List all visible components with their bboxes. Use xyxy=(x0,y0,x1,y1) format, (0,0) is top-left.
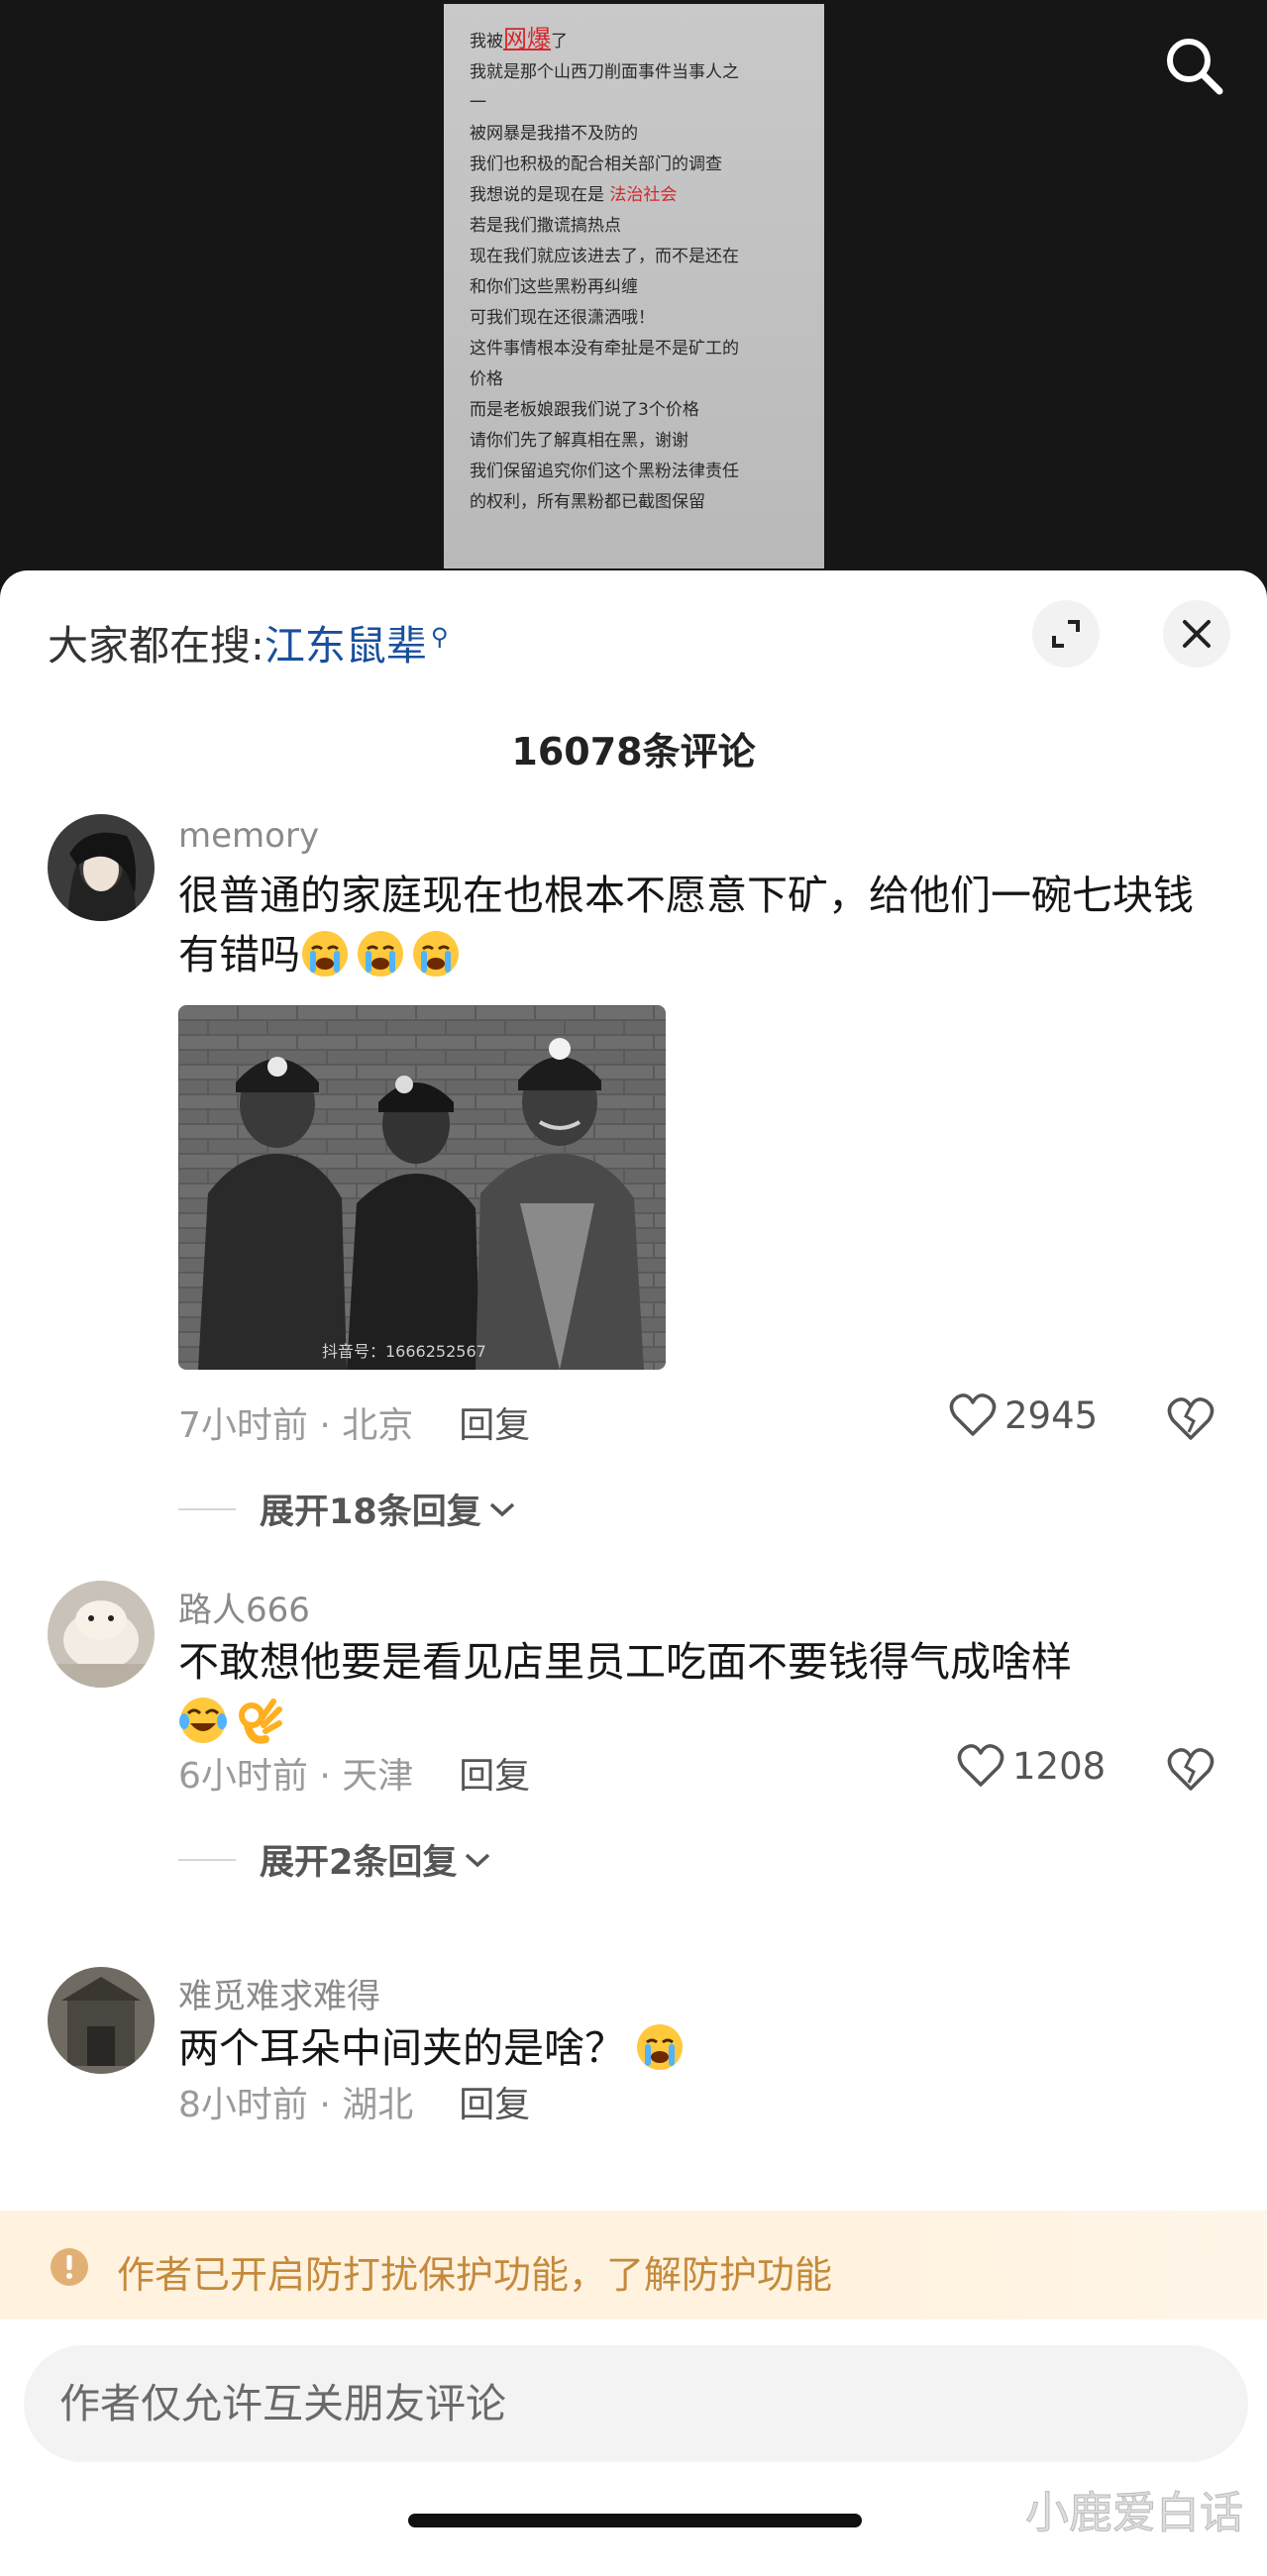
ok-hand-emoji-icon xyxy=(239,1699,282,1744)
note-line: 我就是那个山西刀削面事件当事人之 xyxy=(470,57,798,88)
divider-line xyxy=(178,1507,236,1510)
comment-username[interactable]: 路人666 xyxy=(178,1583,310,1631)
note-line: 可我们现在还很潇洒哦！ xyxy=(470,303,798,334)
like-button[interactable]: 1208 xyxy=(957,1743,1106,1789)
search-suggestion-prefix: 大家都在搜: xyxy=(48,622,264,670)
note-line-text: 我被 xyxy=(470,32,503,52)
video-area[interactable]: 我被网爆了我就是那个山西刀削面事件当事人之一被网暴是我措不及防的我们也积极的配合… xyxy=(0,0,1267,594)
expand-icon xyxy=(1052,620,1080,648)
note-line-text: 一 xyxy=(470,93,486,113)
comment-meta: 8小时前 · 湖北 回复 xyxy=(178,2076,530,2127)
reply-button[interactable]: 回复 xyxy=(459,1405,530,1446)
reply-button[interactable]: 回复 xyxy=(459,2085,530,2125)
note-line-text: 现在我们就应该进去了，而不是还在 xyxy=(470,247,739,266)
note-line-text: 价格 xyxy=(470,369,503,389)
comment-time-location: 8小时前 · 湖北 xyxy=(178,2085,414,2125)
comment-username[interactable]: memory xyxy=(178,816,319,856)
comment-text: 很普通的家庭现在也根本不愿意下矿，给他们一碗七块钱有错吗 xyxy=(178,866,1218,984)
expand-replies[interactable]: 展开18条回复 xyxy=(178,1484,517,1534)
note-line: 而是老板娘跟我们说了3个价格 xyxy=(470,395,798,426)
broken-heart-icon[interactable] xyxy=(1167,1396,1214,1442)
note-line: 我们也积极的配合相关部门的调查 xyxy=(470,150,798,180)
comment-count: 16078条评论 xyxy=(511,730,756,773)
note-line: 一 xyxy=(470,88,798,119)
close-icon xyxy=(1183,620,1211,648)
close-button[interactable] xyxy=(1163,600,1230,668)
comment-text-content: 不敢想他要是看见店里员工吃面不要钱得气成啥样 xyxy=(178,1638,1072,1686)
comment-sheet: 大家都在搜:江东鼠辈 ⚲ 16078条评论 memory 很普通的家庭现在也根本不… xyxy=(0,570,1267,2576)
expand-replies-label: 展开2条回复 xyxy=(260,1843,458,1883)
home-indicator xyxy=(408,2514,862,2527)
note-line: 的权利，所有黑粉都已截图保留 xyxy=(470,487,798,518)
divider-line xyxy=(178,1858,236,1861)
expand-replies-label: 展开18条回复 xyxy=(260,1493,481,1532)
comment-text: 不敢想他要是看见店里员工吃面不要钱得气成啥样 xyxy=(178,1632,1218,1751)
comment-meta: 7小时前 · 北京 回复 xyxy=(178,1396,530,1448)
note-line-text: 我想说的是现在是 xyxy=(470,185,610,205)
avatar[interactable] xyxy=(48,1967,155,2074)
expand-replies[interactable]: 展开2条回复 xyxy=(178,1834,492,1885)
comment-meta: 6小时前 · 天津 回复 xyxy=(178,1747,530,1799)
note-line: 我想说的是现在是 法治社会 xyxy=(470,180,798,211)
chevron-down-icon xyxy=(466,1853,490,1867)
search-suggestion-keyword[interactable]: 江东鼠辈 xyxy=(264,622,427,670)
comment-time-location: 6小时前 · 天津 xyxy=(178,1756,414,1797)
image-watermark: 抖音号：1666252567 xyxy=(322,1342,486,1361)
crying-emoji-icon xyxy=(358,931,403,977)
site-watermark: 小鹿爱白话 xyxy=(1025,2488,1244,2539)
note-line-text: 请你们先了解真相在黑，谢谢 xyxy=(470,431,688,451)
note-line-text: 而是老板娘跟我们说了3个价格 xyxy=(470,400,699,420)
crying-emoji-icon xyxy=(637,2024,683,2070)
heart-icon xyxy=(957,1744,1004,1787)
note-line-text: 可我们现在还很潇洒哦！ xyxy=(470,308,655,328)
protection-banner-text: 作者已开启防打扰保护功能，了解防护功能 xyxy=(117,2253,833,2297)
comment-text-content: 两个耳朵中间夹的是啥？ xyxy=(178,2024,625,2072)
crying-emoji-icon xyxy=(302,931,348,977)
expand-button[interactable] xyxy=(1032,600,1100,668)
note-line: 请你们先了解真相在黑，谢谢 xyxy=(470,426,798,457)
protection-banner[interactable]: 作者已开启防打扰保护功能，了解防护功能 xyxy=(0,2211,1267,2319)
search-small-icon: ⚲ xyxy=(430,623,449,652)
note-line: 现在我们就应该进去了，而不是还在 xyxy=(470,242,798,272)
note-line: 价格 xyxy=(470,364,798,395)
comment-text: 两个耳朵中间夹的是啥？ xyxy=(178,2018,1218,2078)
like-count: 2945 xyxy=(1004,1393,1099,1437)
note-line-text: 我们也积极的配合相关部门的调查 xyxy=(470,155,722,174)
crying-emoji-icon xyxy=(413,931,459,977)
note-line: 和你们这些黑粉再纠缠 xyxy=(470,272,798,303)
note-line-text: 这件事情根本没有牵扯是不是矿工的 xyxy=(470,339,739,359)
note-line-text: 了 xyxy=(551,32,568,52)
note-highlight: 法治社会 xyxy=(609,185,678,205)
like-button[interactable]: 2945 xyxy=(949,1392,1098,1438)
video-note-image: 我被网爆了我就是那个山西刀削面事件当事人之一被网暴是我措不及防的我们也积极的配合… xyxy=(444,4,824,568)
note-line: 若是我们撒谎搞热点 xyxy=(470,211,798,242)
avatar[interactable] xyxy=(48,814,155,921)
laughing-crying-emoji-icon xyxy=(179,1698,227,1743)
broken-heart-icon[interactable] xyxy=(1167,1747,1214,1793)
note-line: 这件事情根本没有牵扯是不是矿工的 xyxy=(470,334,798,364)
note-line-text: 的权利，所有黑粉都已截图保留 xyxy=(470,492,705,512)
note-line-text: 若是我们撒谎搞热点 xyxy=(470,216,621,236)
comment-image-miners[interactable]: 抖音号：1666252567 xyxy=(178,1005,666,1370)
avatar[interactable] xyxy=(48,1581,155,1688)
note-line-text: 被网暴是我措不及防的 xyxy=(470,124,638,144)
like-count: 1208 xyxy=(1012,1744,1107,1788)
search-icon[interactable] xyxy=(1160,32,1227,99)
note-line-text: 我就是那个山西刀削面事件当事人之 xyxy=(470,62,739,82)
note-line: 我被网爆了 xyxy=(470,24,798,57)
heart-icon xyxy=(949,1393,997,1436)
comment-username[interactable]: 难觅难求难得 xyxy=(178,1969,380,2017)
note-line: 我们保留追究你们这个黑粉法律责任 xyxy=(470,457,798,487)
note-line: 被网暴是我措不及防的 xyxy=(470,119,798,150)
note-line-text: 和你们这些黑粉再纠缠 xyxy=(470,277,638,297)
search-suggestion[interactable]: 大家都在搜:江东鼠辈 ⚲ xyxy=(48,612,448,671)
chevron-down-icon xyxy=(489,1502,514,1516)
note-line-text: 我们保留追究你们这个黑粉法律责任 xyxy=(470,462,739,481)
comment-time-location: 7小时前 · 北京 xyxy=(178,1405,414,1446)
alert-icon xyxy=(51,2248,88,2286)
note-highlight: 网爆 xyxy=(503,25,551,52)
reply-button[interactable]: 回复 xyxy=(459,1756,530,1797)
comment-input[interactable] xyxy=(24,2345,1248,2462)
